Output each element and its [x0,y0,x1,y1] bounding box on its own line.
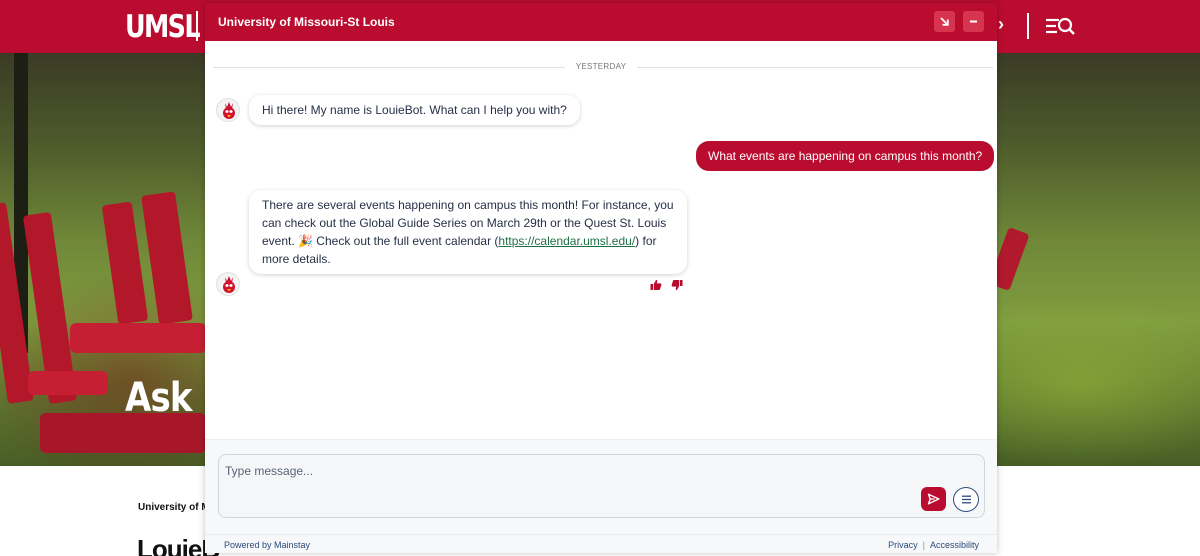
accessibility-link[interactable]: Accessibility [930,540,979,550]
separator-line [637,67,993,68]
composer-area [205,439,997,534]
day-separator-label: YESTERDAY [575,62,627,71]
louie-mascot-icon [218,274,239,295]
chat-title: University of Missouri-St Louis [218,15,395,29]
hero-title: Ask [125,375,192,421]
thumbs-up-icon[interactable] [650,279,662,291]
site-logo[interactable]: UMSL [125,9,201,45]
arrow-down-right-icon [940,17,949,26]
red-chair [101,201,149,325]
red-chair-arm [28,371,108,395]
red-chair-arm [70,323,206,353]
red-chair [141,191,193,325]
footer-links: Privacy | Accessibility [888,540,979,550]
minus-icon [970,20,977,23]
chat-header: University of Missouri-St Louis [205,3,997,41]
send-icon [927,493,940,505]
privacy-link[interactable]: Privacy [888,540,918,550]
bot-avatar [216,272,240,296]
day-separator: YESTERDAY [213,62,993,72]
calendar-link[interactable]: https://calendar.umsl.edu/ [498,234,635,248]
message-composer [218,454,985,518]
louie-mascot-icon [218,100,239,121]
bot-message: Hi there! My name is LouieBot. What can … [249,95,580,125]
footer-separator: | [922,540,925,550]
bot-avatar [216,98,240,122]
bot-message: There are several events happening on ca… [249,190,687,274]
chevron-right-icon[interactable]: › [998,14,1004,35]
chat-widget: University of Missouri-St Louis YESTERDA… [205,3,997,553]
header-divider [1027,13,1029,39]
expand-button[interactable] [934,11,955,32]
chat-footer: Powered by Mainstay Privacy | Accessibilit… [205,534,997,553]
section-subtitle: University of Mi [138,502,213,513]
send-button[interactable] [921,487,946,511]
minimize-button[interactable] [963,11,984,32]
user-message: What events are happening on campus this… [696,141,995,171]
message-input[interactable] [225,461,915,481]
powered-by-link[interactable]: Powered by Mainstay [224,540,310,550]
quick-menu-button[interactable] [953,487,979,512]
thumbs-down-icon[interactable] [671,279,683,291]
menu-search-icon[interactable] [1045,15,1075,39]
separator-line [213,67,565,68]
logo-divider [196,11,198,41]
menu-lines-icon [961,495,971,504]
